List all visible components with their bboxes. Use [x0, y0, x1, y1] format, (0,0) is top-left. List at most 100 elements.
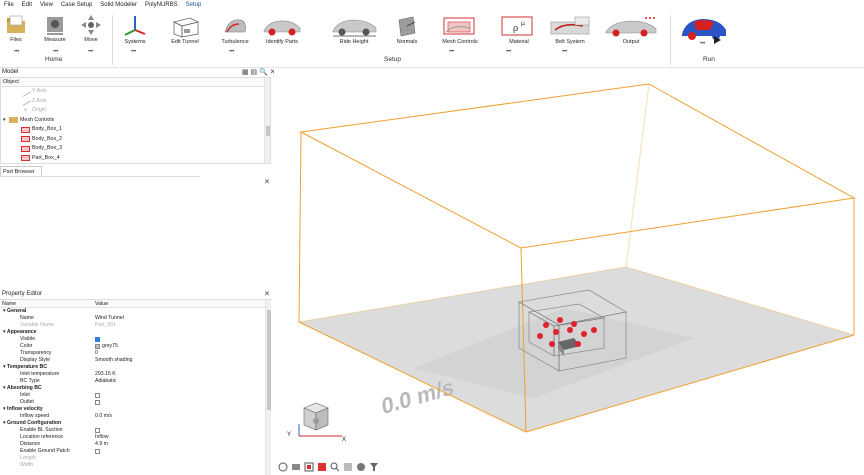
- rotate-icon[interactable]: [278, 462, 288, 472]
- prop-inlet[interactable]: Inlet: [0, 392, 271, 399]
- property-editor-scrollbar[interactable]: [265, 300, 271, 475]
- view-orient-icon[interactable]: [343, 462, 353, 472]
- run-car-icon: [682, 19, 726, 44]
- ride-height-tool[interactable]: Ride Height: [330, 14, 378, 45]
- tab-part-browser[interactable]: Part Browser: [0, 166, 42, 176]
- svg-text:μ: μ: [521, 20, 525, 27]
- axis-icon: [20, 96, 31, 107]
- model-tree-header: Object: [1, 78, 270, 87]
- group-label-setup: Setup: [384, 56, 401, 63]
- mesh-box-icon: [21, 136, 30, 143]
- menu-bar: File Edit View Case Setup Solid Modeler …: [0, 0, 864, 12]
- section-general[interactable]: ▾ General: [0, 308, 271, 315]
- tree-item-z-axis[interactable]: Z Axis: [1, 96, 270, 107]
- folder-icon: [7, 15, 25, 33]
- mesh-box-icon: [21, 126, 30, 133]
- prop-display-style[interactable]: Display Style Smooth shading: [0, 357, 271, 364]
- menu-edit[interactable]: Edit: [18, 0, 36, 11]
- tree-item-body-box-2[interactable]: Body_Box_2: [1, 135, 270, 145]
- box-zoom-icon[interactable]: [317, 462, 327, 472]
- files-tool[interactable]: Files: [5, 14, 27, 43]
- column-value: Value: [95, 301, 109, 307]
- inlet-checkbox[interactable]: [95, 393, 100, 398]
- move-tool[interactable]: Move: [80, 14, 102, 43]
- section-ground-configuration[interactable]: ▾ Ground Configuration: [0, 420, 271, 427]
- camera-icon[interactable]: [356, 462, 366, 472]
- fit-view-icon[interactable]: [304, 462, 314, 472]
- menu-solid-modeler[interactable]: Solid Modeler: [96, 0, 141, 11]
- prop-inlet-temperature[interactable]: Inlet temperature 293.15 K: [0, 371, 271, 378]
- tree-item-y-axis[interactable]: Y Axis: [1, 86, 270, 97]
- prop-location-reference[interactable]: Location reference Inflow: [0, 434, 271, 441]
- normals-tool[interactable]: Normals: [395, 14, 419, 45]
- section-temperature-bc[interactable]: ▾ Temperature BC: [0, 364, 271, 371]
- prop-color[interactable]: Color grey75: [0, 343, 271, 350]
- normals-icon: [398, 16, 416, 37]
- prop-width: Width: [20, 462, 34, 468]
- prop-enable-bl-suction[interactable]: Enable BL Suction: [0, 427, 271, 434]
- wind-tunnel-icon: [172, 17, 200, 38]
- model-tree: Object Y Axis Z Axis + Origin ▾ Mesh Contr…: [0, 77, 271, 164]
- tree-item-mesh-controls[interactable]: ▾ Mesh Controls: [1, 116, 270, 126]
- section-absorbing-bc[interactable]: ▾ Absorbing BC: [0, 385, 271, 392]
- turbulence-icon: [224, 19, 246, 33]
- run-tool[interactable]: [680, 14, 728, 44]
- close-icon[interactable]: ✕: [264, 178, 270, 186]
- zoom-icon[interactable]: [330, 462, 340, 472]
- menu-setup[interactable]: Setup: [181, 0, 206, 12]
- ground-patch-checkbox[interactable]: [95, 449, 100, 454]
- menu-view[interactable]: View: [36, 0, 57, 11]
- mesh-controls-tool[interactable]: Mesh Controls: [440, 14, 480, 45]
- folder-icon: [9, 117, 18, 124]
- prop-transparency[interactable]: Transparency 0: [0, 350, 271, 357]
- group-label-home: Home: [45, 56, 63, 63]
- tree-item-body-box-1[interactable]: Body_Box_1: [1, 125, 270, 135]
- prop-visible[interactable]: Visible: [0, 336, 271, 343]
- mesh-box-icon: [21, 155, 30, 162]
- prop-inflow-speed[interactable]: Inflow speed 0.0 m/s: [0, 413, 271, 420]
- systems-tool[interactable]: Systems: [123, 14, 147, 45]
- identify-parts-tool[interactable]: Identify Parts: [262, 14, 302, 45]
- prop-length: Length: [20, 455, 36, 461]
- section-inflow-velocity[interactable]: ▾ Inflow velocity: [0, 406, 271, 413]
- axis-x-label: X: [342, 437, 346, 443]
- measure-tool[interactable]: Measure: [44, 14, 66, 43]
- tree-item-body-box-3[interactable]: Body_Box_3: [1, 144, 270, 154]
- tree-item-origin[interactable]: + Origin: [1, 106, 270, 116]
- svg-text:ρ: ρ: [513, 24, 518, 34]
- move-icon: [81, 15, 101, 35]
- menu-file[interactable]: File: [0, 0, 18, 11]
- 3d-viewport[interactable]: 0.0 m/s Y X: [274, 68, 864, 475]
- ribbon-toolbar: Files Measure Move ••• ••• ••• Home Syst…: [0, 11, 864, 68]
- color-swatch[interactable]: [95, 344, 100, 349]
- filter-icon[interactable]: [369, 462, 379, 472]
- output-tool[interactable]: Output: [602, 14, 660, 45]
- edit-tunnel-tool[interactable]: Edit Tunnel: [170, 14, 200, 45]
- visible-checkbox[interactable]: [95, 337, 100, 342]
- prop-enable-ground-patch[interactable]: Enable Ground Patch: [0, 448, 271, 455]
- belt-system-icon: [550, 16, 590, 35]
- prop-name[interactable]: Name Wind Tunnel: [0, 315, 271, 322]
- pan-icon[interactable]: [291, 462, 301, 472]
- turbulence-tool[interactable]: Turbulence: [221, 14, 249, 45]
- material-tool[interactable]: ρμ Material: [499, 14, 539, 45]
- menu-case-setup[interactable]: Case Setup: [57, 0, 96, 11]
- property-editor: Name Value ▾ General Name Wind Tunnel Var…: [0, 299, 271, 475]
- inflow-speed-label: 0.0 m/s: [381, 374, 455, 420]
- section-appearance[interactable]: ▾ Appearance: [0, 329, 271, 336]
- scene-svg[interactable]: 0.0 m/s Y X: [274, 68, 864, 475]
- prop-outlet[interactable]: Outlet: [0, 399, 271, 406]
- bl-suction-checkbox[interactable]: [95, 428, 100, 433]
- model-tree-scrollbar[interactable]: [264, 78, 270, 163]
- belt-system-tool[interactable]: Belt System: [547, 14, 593, 45]
- tree-item-part-box-4[interactable]: Part_Box_4: [1, 154, 270, 164]
- view-cube[interactable]: [303, 402, 329, 431]
- outlet-checkbox[interactable]: [95, 400, 100, 405]
- prop-distance[interactable]: Distance 4.9 m: [0, 441, 271, 448]
- app-window: File Edit View Case Setup Solid Modeler …: [0, 0, 864, 475]
- axes-icon: [124, 16, 146, 36]
- group-label-run: Run: [703, 56, 715, 63]
- prop-bc-type[interactable]: BC Type Adiabatic: [0, 378, 271, 385]
- close-icon[interactable]: ✕: [264, 290, 270, 298]
- menu-polynurbs[interactable]: PolyNURBS: [141, 0, 182, 11]
